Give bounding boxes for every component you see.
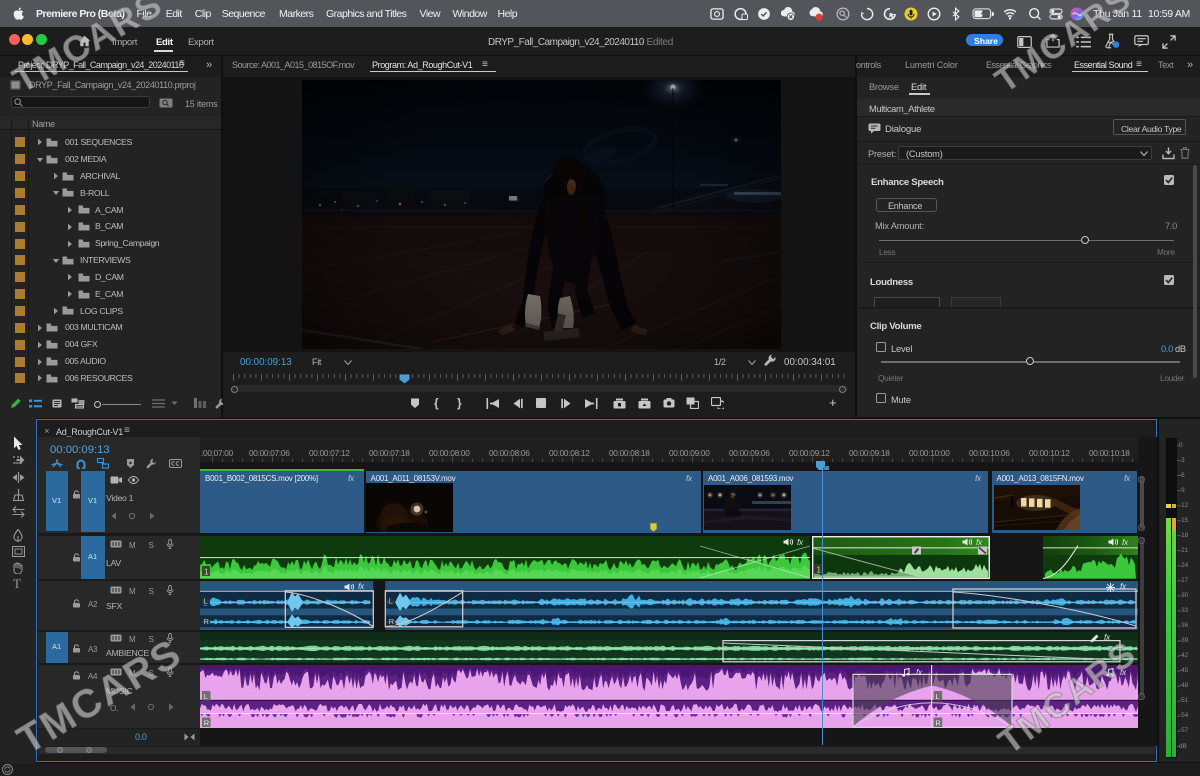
svg-text:L: L	[389, 597, 393, 606]
svg-text:L: L	[204, 692, 208, 701]
svg-text:R: R	[389, 617, 395, 626]
svg-text:R: R	[935, 718, 941, 727]
svg-text:L: L	[935, 692, 939, 701]
svg-text:1: 1	[816, 565, 821, 574]
svg-text:1: 1	[204, 567, 209, 576]
svg-text:R: R	[204, 617, 210, 626]
svg-text:R: R	[204, 718, 210, 727]
svg-text:L: L	[204, 597, 208, 606]
